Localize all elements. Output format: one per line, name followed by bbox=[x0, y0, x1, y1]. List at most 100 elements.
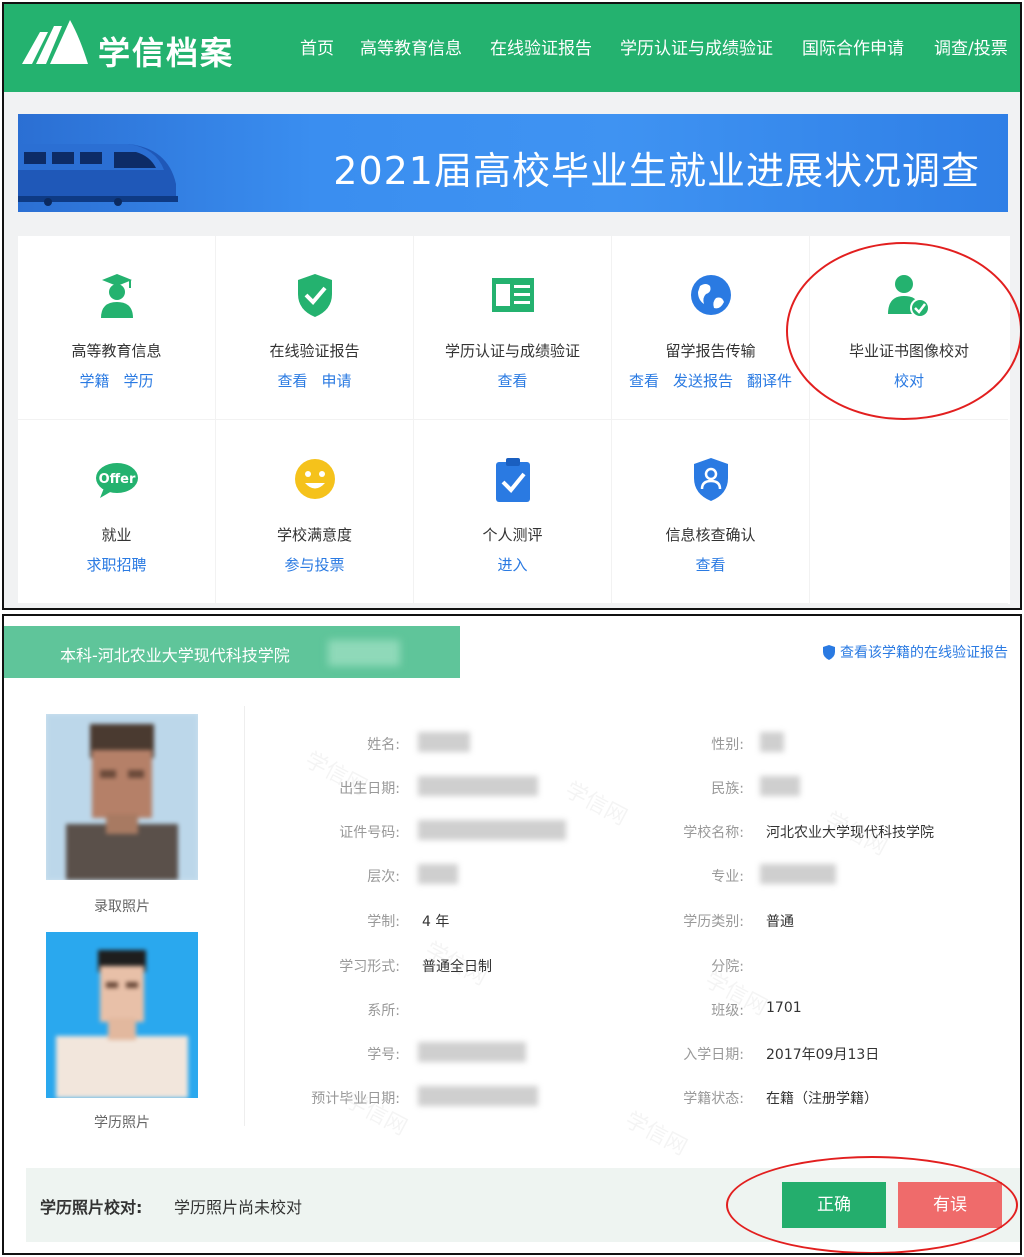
empty-cell bbox=[810, 420, 1008, 604]
link-vote[interactable]: 参与投票 bbox=[284, 556, 344, 574]
correct-button[interactable]: 正确 bbox=[782, 1182, 886, 1228]
redacted-value bbox=[418, 776, 538, 796]
link-apply-report[interactable]: 申请 bbox=[322, 372, 352, 390]
link-view-report[interactable]: 查看 bbox=[277, 372, 307, 390]
nav-online-verification[interactable]: 在线验证报告 bbox=[490, 34, 592, 59]
service-online-report: 在线验证报告 查看 申请 bbox=[216, 236, 414, 420]
service-diploma-check: 毕业证书图像校对 校对 bbox=[810, 236, 1008, 420]
field-label-ethnicity: 民族: bbox=[711, 781, 744, 797]
divider bbox=[244, 706, 245, 1126]
clipboard-check-icon bbox=[496, 458, 530, 502]
field-label-department: 系所: bbox=[367, 1003, 400, 1019]
service-satisfaction: 学校满意度 参与投票 bbox=[216, 420, 414, 604]
field-label-branch: 分院: bbox=[711, 959, 744, 975]
field-value-class: 1701 bbox=[766, 1000, 802, 1016]
field-value-study-form: 普通全日制 bbox=[422, 959, 492, 975]
watermark: 学信网 bbox=[620, 1102, 693, 1161]
redacted-value bbox=[760, 776, 800, 796]
field-label-edu-type: 学历类别: bbox=[683, 914, 744, 930]
photo-check-status: 学历照片尚未校对 bbox=[174, 1198, 303, 1217]
user-check-icon bbox=[888, 275, 930, 318]
redacted-value bbox=[760, 732, 784, 752]
verify-report-link[interactable]: 查看该学籍的在线验证报告 bbox=[822, 642, 1008, 664]
service-info-confirm: 信息核查确认 查看 bbox=[612, 420, 810, 604]
service-assessment: 个人测评 进入 bbox=[414, 420, 612, 604]
field-label-study-form: 学习形式: bbox=[339, 959, 400, 975]
field-value-edu-type: 普通 bbox=[766, 914, 794, 930]
error-button[interactable]: 有误 bbox=[898, 1182, 1002, 1228]
field-label-class: 班级: bbox=[711, 1003, 744, 1019]
service-grid: 高等教育信息 学籍 学历 在线验证报告 查看 申请 学历认证与成绩验证 查看 留… bbox=[18, 236, 1010, 604]
user-shield-icon bbox=[694, 458, 728, 501]
service-name: 学历认证与成绩验证 bbox=[444, 342, 580, 360]
nav-higher-education[interactable]: 高等教育信息 bbox=[360, 34, 462, 59]
admission-photo-caption: 录取照片 bbox=[94, 899, 150, 915]
survey-banner[interactable]: 2021届高校毕业生就业进展状况调查 bbox=[18, 114, 1008, 212]
redacted-value bbox=[418, 820, 566, 840]
nav-degree-certification[interactable]: 学历认证与成绩验证 bbox=[620, 34, 773, 59]
field-label-duration: 学制: bbox=[367, 914, 400, 930]
service-name: 毕业证书图像校对 bbox=[848, 342, 969, 360]
link-check-diploma[interactable]: 校对 bbox=[894, 372, 924, 390]
top-navigation-bar: 学信档案 首页 高等教育信息 在线验证报告 学历认证与成绩验证 国际合作申请 调… bbox=[4, 4, 1020, 92]
record-school-tag: 本科-河北农业大学现代科技学院 bbox=[60, 646, 290, 665]
link-enter[interactable]: 进入 bbox=[497, 556, 527, 574]
portal-screenshot: 学信档案 首页 高等教育信息 在线验证报告 学历认证与成绩验证 国际合作申请 调… bbox=[2, 2, 1022, 610]
watermark: 学信网 bbox=[560, 772, 633, 831]
xuexin-logo-icon bbox=[22, 20, 88, 64]
brand-name: 学信档案 bbox=[98, 34, 235, 72]
field-label-student-id: 学号: bbox=[367, 1047, 400, 1063]
redacted-value bbox=[418, 732, 470, 752]
shield-check-icon bbox=[298, 274, 332, 317]
photo-check-bar: 学历照片校对: 学历照片尚未校对 正确 有误 bbox=[26, 1168, 1020, 1242]
service-name: 留学报告传输 bbox=[665, 342, 756, 360]
id-card-icon bbox=[492, 278, 534, 312]
offer-icon: Offer bbox=[96, 463, 138, 498]
redacted-value bbox=[760, 864, 836, 884]
redacted-value bbox=[418, 864, 458, 884]
service-name: 学校满意度 bbox=[276, 526, 352, 544]
shield-icon bbox=[822, 645, 836, 664]
service-name: 在线验证报告 bbox=[269, 342, 360, 360]
redacted-value bbox=[418, 1086, 538, 1106]
link-view-abroad[interactable]: 查看 bbox=[629, 372, 659, 390]
banner-title: 2021届高校毕业生就业进展状况调查 bbox=[333, 149, 980, 193]
diploma-photo-caption: 学历照片 bbox=[94, 1115, 150, 1131]
field-value-enroll-date: 2017年09月13日 bbox=[766, 1047, 880, 1063]
record-tag: 本科-河北农业大学现代科技学院 bbox=[4, 626, 460, 678]
offer-icon-text: Offer bbox=[99, 472, 136, 487]
nav-home[interactable]: 首页 bbox=[300, 34, 334, 59]
service-name: 信息核查确认 bbox=[665, 526, 756, 544]
train-illustration-icon bbox=[18, 144, 178, 206]
field-label-gender: 性别: bbox=[711, 737, 744, 753]
redacted-value bbox=[418, 1042, 526, 1062]
field-label-status: 学籍状态: bbox=[683, 1091, 744, 1107]
link-xueli[interactable]: 学历 bbox=[124, 372, 154, 390]
link-view-cert[interactable]: 查看 bbox=[497, 372, 527, 390]
globe-icon bbox=[691, 275, 731, 315]
nav-international[interactable]: 国际合作申请 bbox=[802, 34, 904, 59]
field-value-school: 河北农业大学现代科技学院 bbox=[766, 825, 934, 841]
field-label-school: 学校名称: bbox=[683, 825, 744, 841]
record-screenshot: 学信网 学信网 学信网 学信网 学信网 学信网 学信网 本科-河北农业大学现代科… bbox=[2, 614, 1022, 1255]
diploma-photo bbox=[46, 932, 198, 1098]
nav-survey[interactable]: 调查/投票 bbox=[934, 34, 1008, 59]
field-value-duration: 4 年 bbox=[422, 914, 450, 930]
field-label-birthdate: 出生日期: bbox=[339, 781, 400, 797]
field-label-level: 层次: bbox=[367, 869, 400, 885]
link-translation[interactable]: 翻译件 bbox=[747, 372, 792, 390]
service-higher-education: 高等教育信息 学籍 学历 bbox=[18, 236, 216, 420]
link-job-search[interactable]: 求职招聘 bbox=[86, 556, 146, 574]
field-label-major: 专业: bbox=[711, 869, 744, 885]
link-xueji[interactable]: 学籍 bbox=[79, 372, 109, 390]
graduate-icon bbox=[101, 274, 133, 318]
service-name: 就业 bbox=[101, 526, 132, 544]
admission-photo bbox=[46, 714, 198, 880]
photo-check-label: 学历照片校对: bbox=[40, 1198, 143, 1217]
smile-icon bbox=[295, 459, 335, 499]
service-certification: 学历认证与成绩验证 查看 bbox=[414, 236, 612, 420]
field-label-name: 姓名: bbox=[367, 737, 400, 753]
link-view-info[interactable]: 查看 bbox=[695, 556, 725, 574]
link-send-report[interactable]: 发送报告 bbox=[673, 372, 733, 390]
service-name: 个人测评 bbox=[482, 526, 543, 544]
